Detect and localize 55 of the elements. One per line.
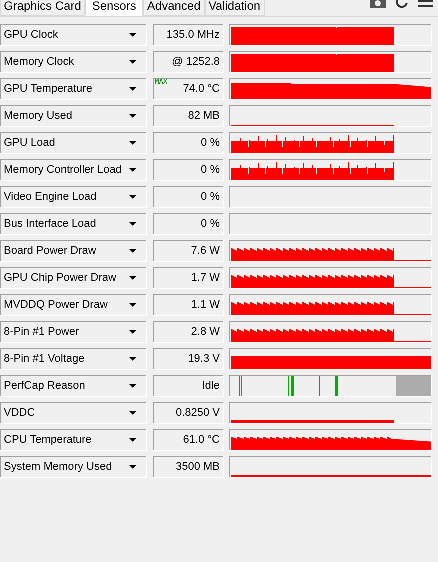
caret-icon bbox=[129, 357, 137, 361]
sensor-value: 1.7 W bbox=[191, 272, 220, 284]
sensor-value: Idle bbox=[202, 380, 220, 392]
caret-icon bbox=[129, 384, 137, 388]
caret-icon bbox=[129, 411, 137, 415]
sensor-dropdown[interactable]: GPU Chip Power Draw bbox=[0, 267, 147, 289]
sensor-value: 0 % bbox=[201, 191, 220, 203]
sensor-dropdown[interactable]: GPU Temperature bbox=[0, 78, 147, 100]
tab[interactable]: Validation bbox=[204, 0, 265, 16]
caret-icon bbox=[129, 276, 137, 280]
sensor-dropdown[interactable]: Memory Clock bbox=[0, 51, 147, 73]
sensor-dropdown[interactable]: Bus Interface Load bbox=[0, 213, 147, 235]
tab[interactable]: Graphics Card bbox=[0, 0, 86, 16]
sensor-value: 3500 MB bbox=[176, 461, 220, 473]
sensor-dropdown[interactable]: MVDDQ Power Draw bbox=[0, 294, 147, 316]
caret-icon bbox=[129, 114, 137, 118]
sensor-value: 82 MB bbox=[188, 110, 220, 122]
sensor-dropdown[interactable]: Memory Controller Load bbox=[0, 159, 147, 181]
tab[interactable]: Sensors bbox=[85, 0, 144, 16]
sensor-value: 1.1 W bbox=[191, 299, 220, 311]
sensor-value: 19.3 V bbox=[188, 353, 220, 365]
sensor-dropdown[interactable]: Memory Used bbox=[0, 105, 147, 127]
sensor-value: 0 % bbox=[201, 218, 220, 230]
sensor-dropdown[interactable]: PerfCap Reason bbox=[0, 375, 147, 397]
sensor-value: 74.0 °C bbox=[183, 83, 220, 95]
caret-icon bbox=[129, 168, 137, 172]
caret-icon bbox=[129, 330, 137, 334]
caret-icon bbox=[129, 222, 137, 226]
caret-icon bbox=[129, 249, 137, 253]
caret-icon bbox=[129, 195, 137, 199]
caret-icon bbox=[129, 438, 137, 442]
caret-icon bbox=[129, 60, 137, 64]
sensor-value: 0 % bbox=[201, 164, 220, 176]
sensor-dropdown[interactable]: VDDC bbox=[0, 402, 147, 424]
sensor-dropdown[interactable]: Video Engine Load bbox=[0, 186, 147, 208]
sensor-value: @ 1252.8 bbox=[172, 56, 220, 68]
sensor-value: 61.0 °C bbox=[183, 434, 220, 446]
sensor-dropdown[interactable]: GPU Load bbox=[0, 132, 147, 154]
sensor-dropdown[interactable]: System Memory Used bbox=[0, 456, 147, 478]
caret-icon bbox=[129, 33, 137, 37]
caret-icon bbox=[129, 303, 137, 307]
sensor-dropdown[interactable]: 8-Pin #1 Power bbox=[0, 321, 147, 343]
sensor-dropdown[interactable]: 8-Pin #1 Voltage bbox=[0, 348, 147, 370]
sensor-value: 135.0 MHz bbox=[166, 29, 220, 41]
caret-icon bbox=[129, 465, 137, 469]
sensor-value: 2.8 W bbox=[191, 326, 220, 338]
sensor-dropdown[interactable]: GPU Clock bbox=[0, 24, 147, 46]
sensor-value: 0.8250 V bbox=[176, 407, 220, 419]
sensor-dropdown[interactable]: CPU Temperature bbox=[0, 429, 147, 451]
tab[interactable]: Advanced bbox=[143, 0, 205, 16]
caret-icon bbox=[129, 87, 137, 91]
sensor-value: 7.6 W bbox=[191, 245, 220, 257]
caret-icon bbox=[129, 141, 137, 145]
sensor-value: 0 % bbox=[201, 137, 220, 149]
sensor-dropdown[interactable]: Board Power Draw bbox=[0, 240, 147, 262]
